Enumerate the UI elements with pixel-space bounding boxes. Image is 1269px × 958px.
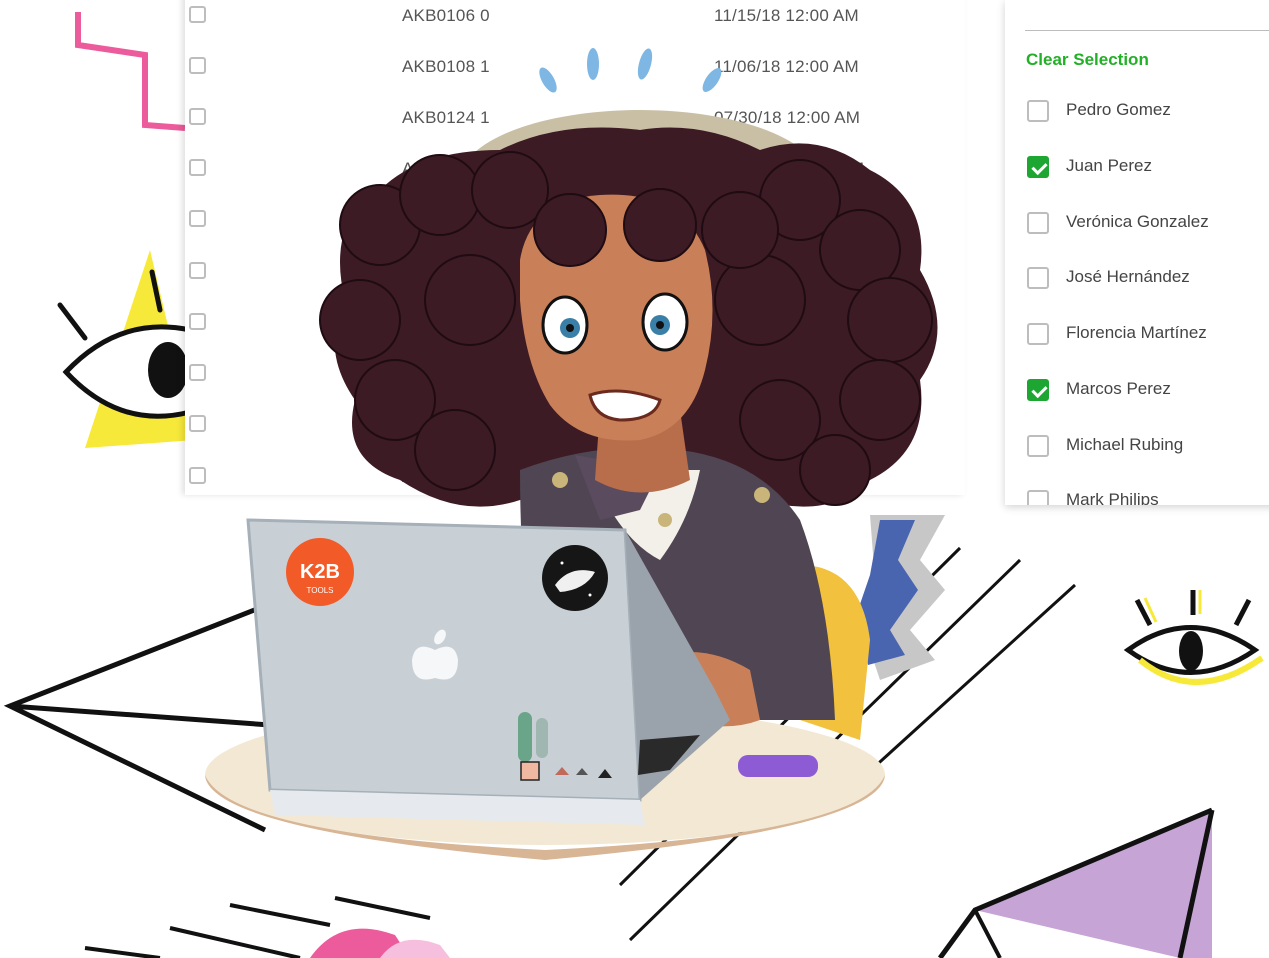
table-row [185,415,965,455]
filter-item-label: Florencia Martínez [1066,323,1207,342]
row-checkbox[interactable] [189,159,206,176]
table-row: A [185,467,965,507]
table-row: AKB0124 1 07/30/18 12:00 AM [185,108,965,148]
row-date: 07/30/18 12:00 AM [714,108,861,127]
row-checkbox[interactable] [189,364,206,381]
filter-item-label: Juan Perez [1066,156,1152,175]
table-row [185,313,965,353]
row-date: 11/15/18 12:00 AM [714,6,859,25]
filter-item[interactable]: Marcos Perez [1027,379,1269,405]
table-row: AKB0106 0 11/15/18 12:00 AM [185,6,965,46]
filter-item-label: Marcos Perez [1066,379,1171,398]
filter-checkbox-checked[interactable] [1027,379,1049,401]
row-checkbox[interactable] [189,313,206,330]
filter-item-label: José Hernández [1066,267,1190,286]
filter-dropdown-panel: Clear Selection Pedro Gomez Juan Perez V… [1005,0,1269,505]
row-checkbox[interactable] [189,415,206,432]
filter-checkbox[interactable] [1027,100,1049,122]
filter-checkbox[interactable] [1027,490,1049,505]
filter-checkbox[interactable] [1027,435,1049,457]
row-checkbox[interactable] [189,6,206,23]
filter-checkbox[interactable] [1027,323,1049,345]
envelope-outline [3,593,291,833]
filter-item[interactable]: Florencia Martínez [1027,323,1269,349]
filter-item[interactable]: Mark Philips [1027,490,1269,505]
filter-item[interactable]: Michael Rubing [1027,435,1269,461]
filter-divider [1025,30,1269,31]
filter-item-label: Pedro Gomez [1066,100,1171,119]
table-row: AKB013 00 AM [185,159,965,199]
pink-zigzag [75,12,186,131]
filter-item-label: Verónica Gonzalez [1066,212,1209,231]
row-date: 00 AM [815,159,865,178]
filter-item[interactable]: Juan Perez [1027,156,1269,182]
table-row [185,210,965,250]
clear-selection-link[interactable]: Clear Selection [1026,50,1149,70]
table-row: AKB0108 1 11/06/18 12:00 AM [185,57,965,97]
right-eye-icon [1123,590,1264,685]
row-code: AKB0124 1 [402,108,490,127]
filter-item[interactable]: Pedro Gomez [1027,100,1269,126]
row-checkbox[interactable] [189,467,206,484]
row-checkbox[interactable] [189,108,206,125]
filter-checkbox[interactable] [1027,267,1049,289]
filter-item[interactable]: Verónica Gonzalez [1027,212,1269,238]
filter-item-label: Michael Rubing [1066,435,1184,454]
row-code: A [402,467,414,486]
table-row [185,262,965,302]
filter-item[interactable]: José Hernández [1027,267,1269,293]
row-code: AKB013 [402,159,466,178]
row-checkbox[interactable] [189,57,206,74]
row-date: 11/06/18 12:00 AM [714,57,859,76]
paper-plane [937,807,1215,958]
row-checkbox[interactable] [189,262,206,279]
filter-checkbox-checked[interactable] [1027,156,1049,178]
row-code: AKB0106 0 [402,6,490,25]
data-table: AKB0106 0 11/15/18 12:00 AM AKB0108 1 11… [185,0,965,495]
row-code: AKB0108 1 [402,57,490,76]
filter-item-label: Mark Philips [1066,490,1159,505]
filter-checkbox[interactable] [1027,212,1049,234]
row-checkbox[interactable] [189,210,206,227]
table-row [185,364,965,404]
